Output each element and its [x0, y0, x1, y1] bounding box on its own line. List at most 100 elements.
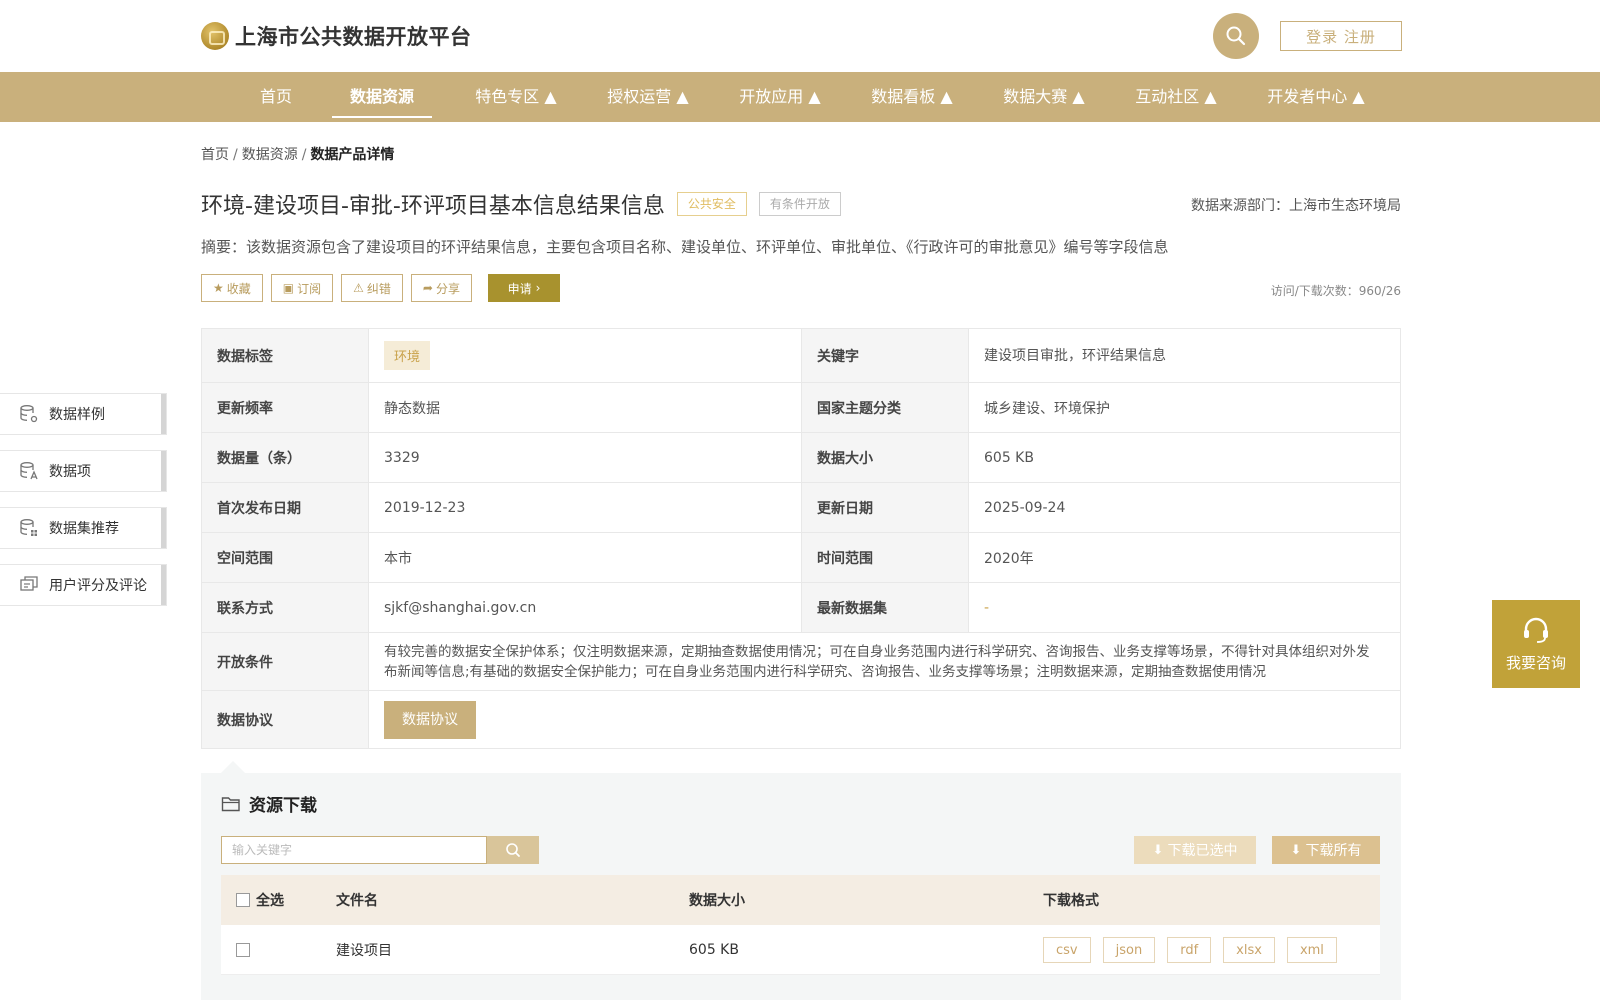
info-row: 联系方式 sjkf@shanghai.gov.cn 最新数据集 - — [202, 583, 1400, 633]
warning-icon: ⚠ — [353, 281, 364, 295]
header-select-all[interactable]: 全选 — [236, 875, 284, 925]
info-value: 605 KB — [984, 449, 1034, 466]
info-value: sjkf@shanghai.gov.cn — [369, 583, 802, 632]
action-bar: ★ 收藏 ▣ 订阅 ⚠ 纠错 ➦ 分享 申请 › — [201, 274, 560, 302]
info-value: - — [969, 583, 1400, 632]
data-protocol-button[interactable]: 数据协议 — [384, 700, 476, 739]
sidebar-item-label: 数据项 — [49, 464, 91, 480]
nav-item-community[interactable]: 互动社区 ▲ — [1120, 72, 1232, 122]
consult-label: 我要咨询 — [1505, 653, 1566, 672]
favorite-button[interactable]: ★ 收藏 — [201, 274, 263, 302]
breadcrumb-current: 数据产品详情 — [310, 147, 395, 163]
info-value: 3329 — [369, 433, 802, 482]
resource-download-section: 资源下载 输入关键字 ⬇ 下载已选中 ⬇ 下载所有 全选 文件名 数据大小 下载格式… — [201, 773, 1401, 1000]
security-tag: 公共安全 — [676, 192, 747, 216]
search-icon — [506, 843, 520, 857]
download-icon: ⬇ — [1152, 842, 1164, 858]
format-json-button[interactable]: json — [1102, 937, 1156, 963]
breadcrumb-data-resources[interactable]: 数据资源 — [242, 147, 298, 163]
info-label: 数据量（条） — [202, 433, 369, 482]
info-value: 2019-12-23 — [369, 483, 802, 532]
consult-button[interactable]: 我要咨询 — [1492, 600, 1580, 688]
sidebar-item-data-sample[interactable]: 数据样例 — [0, 393, 167, 435]
nav-item-data-dashboard[interactable]: 数据看板 ▲ — [856, 72, 968, 122]
search-button[interactable] — [1213, 13, 1259, 59]
subscribe-label: 订阅 — [297, 281, 322, 296]
info-label: 联系方式 — [202, 583, 369, 632]
breadcrumb-separator: / — [301, 147, 307, 163]
resource-search-button[interactable] — [487, 836, 539, 864]
header-size: 数据大小 — [689, 893, 745, 909]
info-row: 数据标签 环境 关键字 建设项目审批，环评结果信息 — [202, 329, 1400, 383]
sidebar-item-dataset-recommend[interactable]: 数据集推荐 — [0, 507, 167, 549]
site-title: 上海市公共数据开放平台 — [235, 25, 472, 49]
star-icon: ★ — [213, 281, 224, 295]
site-logo[interactable]: 上海市公共数据开放平台 — [201, 21, 472, 51]
headset-icon — [1524, 617, 1548, 643]
sidebar-item-label: 数据样例 — [49, 407, 105, 423]
nav-item-authorized-ops[interactable]: 授权运营 ▲ — [592, 72, 704, 122]
bookmark-icon: ▣ — [282, 281, 295, 295]
apply-button[interactable]: 申请 › — [488, 274, 560, 302]
visit-download-count: 访问/下载次数：960/26 — [1270, 284, 1401, 298]
dataset-summary: 摘要：该数据资源包含了建设项目的环评结果信息，主要包含项目名称、建设单位、环评单… — [201, 238, 1169, 256]
info-row: 更新频率 静态数据 国家主题分类 城乡建设、环境保护 — [202, 383, 1400, 433]
breadcrumb: 首页 / 数据资源 / 数据产品详情 — [201, 144, 394, 164]
share-button[interactable]: ➦ 分享 — [410, 274, 472, 302]
format-xlsx-button[interactable]: xlsx — [1223, 937, 1275, 963]
row-checkbox[interactable] — [236, 943, 250, 957]
open-type-tag: 有条件开放 — [758, 192, 841, 216]
subscribe-button[interactable]: ▣ 订阅 — [270, 274, 334, 302]
section-title: 资源下载 — [221, 791, 317, 816]
info-value: 本市 — [369, 533, 802, 582]
nav-item-data-resources[interactable]: 数据资源 — [332, 72, 432, 122]
latest-dataset-link[interactable]: - — [984, 600, 989, 616]
sidebar-item-data-fields[interactable]: 数据项 — [0, 450, 167, 492]
nav-item-home[interactable]: 首页 — [236, 72, 316, 122]
breadcrumb-separator: / — [233, 147, 238, 163]
breadcrumb-home[interactable]: 首页 — [201, 147, 229, 163]
nav-item-open-apps[interactable]: 开放应用 ▲ — [724, 72, 836, 122]
info-value: 2025-09-24 — [984, 499, 1066, 516]
row-filename: 建设项目 — [336, 943, 392, 959]
format-rdf-button[interactable]: rdf — [1167, 937, 1212, 963]
info-value: 环境 — [369, 329, 802, 382]
info-value: 2020年 — [984, 550, 1034, 567]
search-icon — [1226, 26, 1246, 46]
data-tag[interactable]: 环境 — [384, 341, 431, 370]
nav-item-developer[interactable]: 开发者中心 ▲ — [1260, 72, 1372, 122]
keyword-search-input[interactable]: 输入关键字 — [221, 836, 487, 864]
info-label: 空间范围 — [202, 533, 369, 582]
info-value: 城乡建设、环境保护 — [984, 400, 1110, 417]
page-title: 环境-建设项目-审批-环评项目基本信息结果信息 — [201, 194, 665, 219]
info-value: 数据协议 — [369, 691, 1400, 748]
info-label: 国家主题分类 — [802, 383, 969, 432]
header-filename: 文件名 — [336, 893, 378, 909]
download-all-label: 下载所有 — [1305, 843, 1362, 859]
sidebar-item-ratings-comments[interactable]: 用户评分及评论 — [0, 564, 167, 606]
download-selected-button[interactable]: ⬇ 下载已选中 — [1134, 836, 1256, 864]
favorite-label: 收藏 — [226, 281, 251, 296]
download-selected-label: 下载已选中 — [1167, 843, 1238, 859]
format-xml-button[interactable]: xml — [1286, 937, 1337, 963]
format-csv-button[interactable]: csv — [1043, 937, 1091, 963]
table-row: 建设项目 605 KB csv json rdf xlsx xml — [221, 925, 1380, 975]
info-label: 开放条件 — [202, 633, 369, 690]
dataset-title-row: 环境-建设项目-审批-环评项目基本信息结果信息 公共安全 有条件开放 — [201, 188, 841, 220]
info-label: 数据标签 — [202, 329, 369, 382]
header-formats: 下载格式 — [1043, 893, 1099, 909]
info-label: 更新日期 — [802, 483, 969, 532]
nav-item-data-contest[interactable]: 数据大赛 ▲ — [988, 72, 1100, 122]
info-label: 首次发布日期 — [202, 483, 369, 532]
info-row: 空间范围 本市 时间范围 2020年 — [202, 533, 1400, 583]
select-all-checkbox[interactable] — [236, 893, 250, 907]
share-label: 分享 — [435, 281, 460, 296]
logo-emblem-icon — [201, 22, 229, 50]
download-all-button[interactable]: ⬇ 下载所有 — [1272, 836, 1380, 864]
report-error-button[interactable]: ⚠ 纠错 — [341, 274, 403, 302]
row-select[interactable] — [236, 925, 256, 975]
chevron-right-icon: › — [535, 281, 541, 295]
login-register-button[interactable]: 登录 注册 — [1280, 21, 1402, 51]
database-grid-icon — [20, 519, 37, 536]
nav-item-featured-zone[interactable]: 特色专区 ▲ — [460, 72, 572, 122]
